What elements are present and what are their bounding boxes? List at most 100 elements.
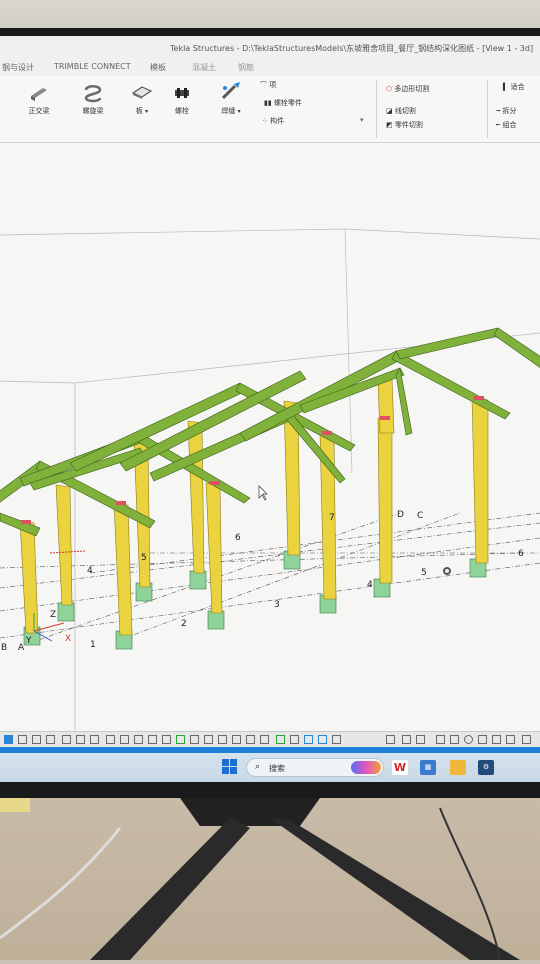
fit-button[interactable]: ▍ 适合	[503, 82, 525, 92]
screen: Tekla Structures - D:\TeklaStructuresMod…	[0, 36, 540, 782]
settings-icon[interactable]: ⚙	[478, 760, 494, 775]
model-viewport-3d[interactable]: B A D C 1 2 3 4 4 5 5 6 6 7 Z Y X	[0, 143, 540, 731]
toolbar-icon[interactable]	[162, 735, 171, 744]
spiral-beam-icon	[84, 85, 102, 103]
toolbar-icon[interactable]	[4, 735, 13, 744]
search-placeholder: 搜索	[269, 764, 285, 773]
plate-button[interactable]: 板 ▾	[128, 82, 156, 116]
toolbar-icon[interactable]	[120, 735, 129, 744]
toolbar-icon[interactable]	[134, 735, 143, 744]
calendar-icon[interactable]: ▦	[420, 760, 436, 775]
steel-columns	[19, 378, 489, 636]
toolbar-icon[interactable]	[402, 735, 411, 744]
tab-trimble-connect[interactable]: TRIMBLE CONNECT	[54, 62, 131, 71]
assembly-dropdown-icon[interactable]: ▾	[360, 116, 364, 124]
grid-lines	[0, 512, 540, 644]
combine-icon: ╾	[496, 121, 501, 129]
tab-rebar[interactable]: 钢筋	[238, 62, 254, 73]
part-cut-icon: ◩	[386, 121, 393, 129]
toolbar-icon[interactable]	[204, 735, 213, 744]
polygon-cut-icon: ⬡	[386, 85, 393, 93]
assembly-button[interactable]: ⁘ 构件	[262, 116, 284, 126]
grid-label: 4	[87, 566, 93, 576]
toolbar-icon[interactable]	[522, 735, 531, 744]
assembly-label: 构件	[270, 117, 285, 125]
grid-label: 6	[518, 549, 524, 559]
ribbon-divider	[487, 80, 488, 138]
toolbar-icon[interactable]	[148, 735, 157, 744]
toolbar-icon[interactable]	[246, 735, 255, 744]
folder-icon[interactable]	[450, 760, 466, 775]
toolbar-icon[interactable]	[218, 735, 227, 744]
part-cut-button[interactable]: ◩ 零件切割	[386, 120, 423, 130]
toolbar-icon[interactable]	[232, 735, 241, 744]
spiral-beam-button[interactable]: 螺旋梁	[78, 82, 108, 116]
toolbar-icon[interactable]	[506, 735, 515, 744]
toolbar-icon[interactable]	[190, 735, 199, 744]
toolbar-icon[interactable]	[464, 735, 473, 744]
grid-label: 3	[274, 600, 280, 610]
toolbar-icon[interactable]	[260, 735, 269, 744]
toolbar-icon[interactable]	[304, 735, 313, 744]
item-button[interactable]: ⌒ 项	[260, 80, 276, 90]
wps-icon[interactable]: W	[392, 760, 408, 775]
toolbar-icon[interactable]	[90, 735, 99, 744]
line-cut-label: 线切割	[394, 107, 416, 115]
bolt-button[interactable]: 螺栓	[168, 82, 196, 116]
toolbar-icon[interactable]	[492, 735, 501, 744]
bolt-icon	[175, 88, 189, 98]
windows-start-icon[interactable]	[222, 759, 238, 775]
toolbar-icon[interactable]	[176, 735, 185, 744]
grid-label: 6	[235, 533, 241, 543]
polygon-cut-label: 多边形切割	[394, 85, 430, 93]
toolbar-icon[interactable]	[436, 735, 445, 744]
toolbar-icon[interactable]	[276, 735, 285, 744]
bolt-part-label: 螺栓零件	[273, 99, 302, 107]
monitor: Tekla Structures - D:\TeklaStructuresMod…	[0, 28, 540, 823]
axis-y-label: Y	[26, 636, 32, 646]
toolbar-icon[interactable]	[386, 735, 395, 744]
weld-label: 焊缝	[221, 107, 236, 115]
tab-concrete[interactable]: 混凝土	[192, 62, 216, 73]
toolbar-icon[interactable]	[478, 735, 487, 744]
toolbar-icon[interactable]	[62, 735, 71, 744]
work-area-outline	[0, 228, 540, 731]
toolbar-icon[interactable]	[46, 735, 55, 744]
orthogonal-beam-button[interactable]: 正交梁	[24, 82, 54, 116]
spiral-beam-label: 螺旋梁	[82, 107, 104, 115]
grid-label: 7	[329, 513, 335, 523]
toolbar-icon[interactable]	[318, 735, 327, 744]
title-bar: Tekla Structures - D:\TeklaStructuresMod…	[0, 36, 540, 58]
toolbar-icon[interactable]	[32, 735, 41, 744]
model-3d-canvas[interactable]	[0, 143, 540, 731]
taskbar-search-box[interactable]: ⌕ 搜索	[246, 758, 384, 777]
window-title: Tekla Structures - D:\TeklaStructuresMod…	[170, 44, 534, 53]
weld-button[interactable]: 焊缝 ▾	[216, 80, 246, 116]
toolbar-icon[interactable]	[18, 735, 27, 744]
toolbar-icon[interactable]	[76, 735, 85, 744]
tab-steel-design[interactable]: 钢与设计	[2, 62, 34, 73]
ribbon: 正交梁 螺旋梁 板 ▾ 螺栓 焊缝 ▾ ⌒ 项 ▮▮ 螺栓零件 ⁘ 构件 ▾ ⬡…	[0, 76, 540, 143]
copilot-icon[interactable]	[351, 761, 381, 774]
orthogonal-beam-label: 正交梁	[28, 107, 50, 115]
split-button[interactable]: ╼ 拆分	[496, 106, 516, 116]
toolbar-icon[interactable]	[416, 735, 425, 744]
toolbar-icon[interactable]	[106, 735, 115, 744]
grid-label: 4	[367, 580, 373, 590]
line-cut-button[interactable]: ◪ 线切割	[386, 106, 416, 116]
grid-label: 1	[90, 640, 96, 650]
polygon-cut-button[interactable]: ⬡ 多边形切割	[386, 84, 429, 94]
combine-label: 组合	[502, 121, 517, 129]
plate-icon	[131, 86, 153, 99]
tab-template[interactable]: 模板	[150, 62, 166, 73]
grid-label: A	[18, 643, 25, 653]
part-cut-label: 零件切割	[394, 121, 423, 129]
bolt-part-button[interactable]: ▮▮ 螺栓零件	[264, 98, 302, 108]
toolbar-icon[interactable]	[332, 735, 341, 744]
toolbar-icon[interactable]	[290, 735, 299, 744]
combine-button[interactable]: ╾ 组合	[496, 120, 516, 130]
toolbar-icon[interactable]	[450, 735, 459, 744]
desk-surface	[0, 798, 540, 961]
bottom-toolbar	[0, 731, 540, 748]
base-plates	[23, 550, 487, 650]
